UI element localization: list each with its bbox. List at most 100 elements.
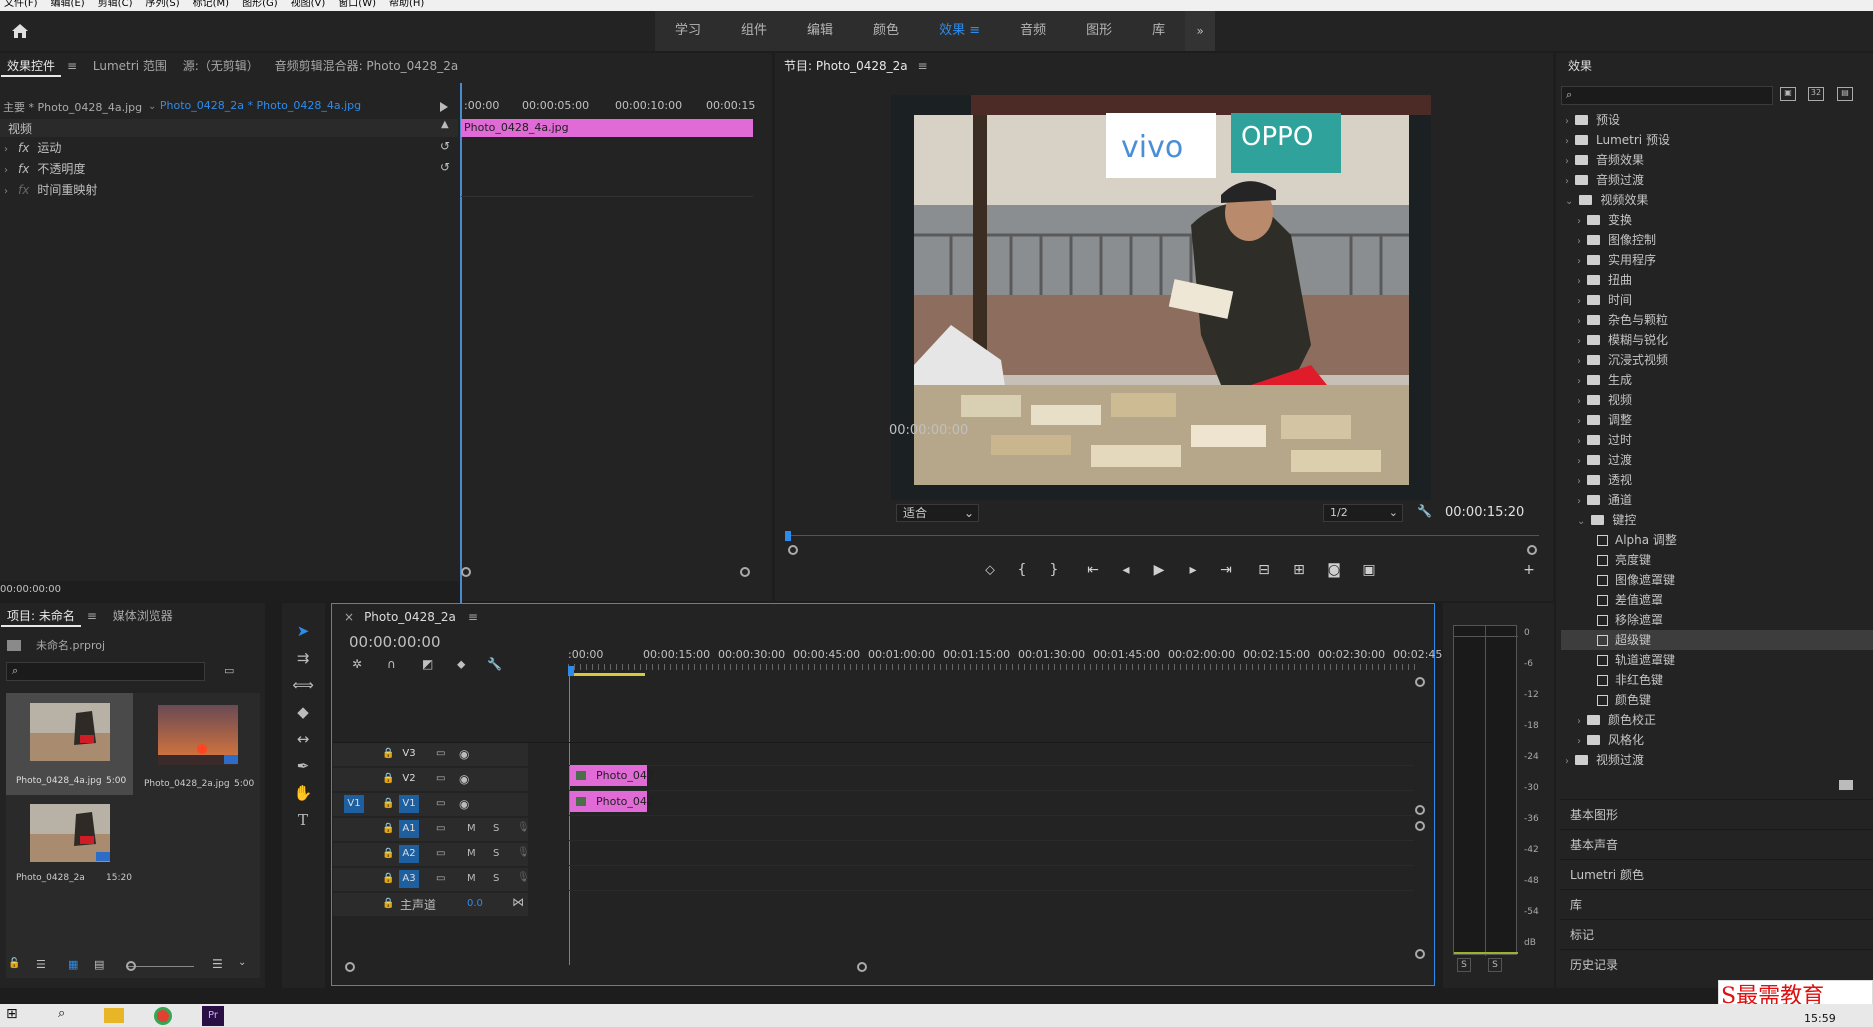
effect-folder[interactable]: › 预设	[1565, 110, 1620, 130]
solo-button[interactable]: S	[493, 873, 499, 884]
workspace-tab[interactable]: 效果 ≡	[919, 11, 1000, 51]
lock-icon[interactable]: 🔒	[382, 798, 394, 809]
scroll-handle[interactable]	[1415, 821, 1425, 831]
premiere-icon[interactable]: Pr	[202, 1006, 224, 1026]
scroll-handle[interactable]	[857, 962, 867, 972]
chevron-right-icon[interactable]: ›	[4, 144, 8, 155]
sync-lock-icon[interactable]: ▭	[436, 823, 445, 834]
chevron-right-icon[interactable]: ›	[1577, 256, 1581, 267]
scroll-handle[interactable]	[345, 962, 355, 972]
workspace-tab[interactable]: 编辑	[787, 11, 853, 51]
chevron-right-icon[interactable]: ›	[1565, 136, 1569, 147]
chevron-right-icon[interactable]: ›	[1577, 396, 1581, 407]
chevron-right-icon[interactable]: ›	[4, 186, 8, 197]
play-icon[interactable]: ▶	[1148, 562, 1170, 578]
effect-folder[interactable]: › 调整	[1577, 410, 1632, 430]
chevron-right-icon[interactable]: ›	[1577, 316, 1581, 327]
effect-item[interactable]: ›差值遮罩	[1589, 590, 1663, 610]
scroll-handle[interactable]	[1527, 545, 1537, 555]
add-button-icon[interactable]: +	[1518, 562, 1540, 578]
effect-folder[interactable]: › 音频过渡	[1565, 170, 1644, 190]
collapse-icon[interactable]: ▲	[441, 119, 449, 130]
menu-item[interactable]: 序列(S)	[141, 0, 188, 9]
new-bin-icon[interactable]: ▭	[224, 664, 240, 677]
tab-audio-clip-mixer[interactable]: 音频剪辑混合器: Photo_0428_2a	[269, 59, 465, 73]
mark-out-icon[interactable]: }	[1043, 562, 1065, 578]
eye-icon[interactable]: ◉	[459, 772, 469, 786]
scroll-handle[interactable]	[461, 567, 471, 577]
panel-section[interactable]: Lumetri 颜色	[1560, 859, 1873, 889]
snap-icon[interactable]: ∩	[387, 657, 396, 671]
extract-icon[interactable]: ⊞	[1288, 562, 1310, 578]
master-track[interactable]	[569, 893, 1414, 916]
go-to-end-icon[interactable]: ⋈	[512, 895, 524, 909]
master-clip-label[interactable]: 主要 * Photo_0428_4a.jpg	[3, 99, 142, 115]
video-track[interactable]	[569, 743, 1414, 766]
scroll-handle[interactable]	[788, 545, 798, 555]
program-title[interactable]: 节目: Photo_0428_2a	[784, 59, 908, 73]
track-target-button[interactable]: A3	[399, 870, 419, 888]
menu-item[interactable]: 帮助(H)	[385, 0, 433, 9]
zoom-handle[interactable]	[126, 961, 136, 971]
sync-lock-icon[interactable]: ▭	[436, 873, 445, 884]
effect-folder[interactable]: › 颜色校正	[1577, 710, 1656, 730]
effect-folder[interactable]: › Lumetri 预设	[1565, 130, 1670, 150]
chevron-down-icon[interactable]: ⌄	[1565, 196, 1573, 207]
menu-item[interactable]: 视图(V)	[287, 0, 335, 9]
effect-property-row[interactable]: › fx 时间重映射	[0, 181, 458, 198]
search-icon[interactable]: ⌕	[58, 1006, 65, 1021]
chevron-right-icon[interactable]: ›	[1577, 436, 1581, 447]
solo-button[interactable]: S	[493, 823, 499, 834]
microphone-icon[interactable]: 🎙	[517, 822, 530, 833]
chevron-right-icon[interactable]: ›	[1577, 356, 1581, 367]
menu-item[interactable]: 文件(F)	[0, 0, 47, 9]
mute-button[interactable]: M	[467, 823, 476, 834]
freeform-view-icon[interactable]: ▤	[94, 958, 104, 971]
chevron-right-icon[interactable]: ›	[1577, 456, 1581, 467]
step-forward-icon[interactable]: ▸	[1182, 562, 1204, 578]
sync-lock-icon[interactable]: ▭	[436, 773, 445, 784]
effect-folder[interactable]: › 模糊与锐化	[1577, 330, 1668, 350]
solo-button[interactable]: S	[493, 848, 499, 859]
panel-section[interactable]: 基本图形	[1560, 799, 1873, 829]
sync-lock-icon[interactable]: ▭	[436, 848, 445, 859]
chevron-right-icon[interactable]: ›	[1565, 756, 1569, 767]
solo-button[interactable]: S	[1457, 958, 1471, 972]
panel-section[interactable]: 库	[1560, 889, 1873, 919]
program-playhead[interactable]	[785, 531, 791, 541]
tab-effect-controls[interactable]: 效果控件	[1, 59, 62, 77]
chrome-icon[interactable]	[154, 1007, 172, 1025]
zoom-slider[interactable]	[128, 966, 194, 967]
effect-item[interactable]: ›移除遮罩	[1589, 610, 1663, 630]
project-search-input[interactable]: ⌕	[6, 662, 205, 681]
lock-icon[interactable]: 🔒	[382, 873, 394, 884]
add-marker-icon[interactable]: ⬥	[457, 657, 465, 672]
audio-track[interactable]	[569, 818, 1414, 841]
mark-in-icon[interactable]: {	[1011, 562, 1033, 578]
effects-title[interactable]: 效果	[1568, 59, 1592, 73]
program-timebar[interactable]	[787, 535, 1539, 536]
resolution-select[interactable]: 1/2 ⌄	[1323, 504, 1403, 522]
timeline-timecode[interactable]: 00:00:00:00	[349, 633, 441, 651]
solo-button[interactable]: S	[1488, 958, 1502, 972]
workspace-tab[interactable]: 学习	[655, 11, 721, 51]
chevron-right-icon[interactable]: ›	[1577, 296, 1581, 307]
chevron-right-icon[interactable]: ›	[1577, 496, 1581, 507]
type-tool-icon[interactable]: T	[292, 809, 314, 831]
eye-icon[interactable]: ◉	[459, 797, 469, 811]
panel-section[interactable]: 历史记录	[1560, 949, 1873, 979]
scroll-handle[interactable]	[1415, 949, 1425, 959]
effects-search-input[interactable]: ⌕	[1561, 86, 1773, 105]
icon-view-icon[interactable]: ▦	[68, 958, 78, 971]
tab-lumetri-scopes[interactable]: Lumetri 范围	[87, 59, 173, 73]
sequence-clip-label[interactable]: ⌄ Photo_0428_2a * Photo_0428_4a.jpg	[148, 99, 361, 112]
chevron-right-icon[interactable]: ›	[1577, 736, 1581, 747]
effect-folder[interactable]: › 时间	[1577, 290, 1632, 310]
mute-button[interactable]: M	[467, 848, 476, 859]
pen-tool-icon[interactable]: ✒	[292, 755, 314, 777]
microphone-icon[interactable]: 🎙	[517, 847, 530, 858]
effect-folder[interactable]: › 通道	[1577, 490, 1632, 510]
effect-folder[interactable]: › 音频效果	[1565, 150, 1644, 170]
menu-item[interactable]: 标记(M)	[189, 0, 238, 9]
scroll-handle[interactable]	[1415, 677, 1425, 687]
